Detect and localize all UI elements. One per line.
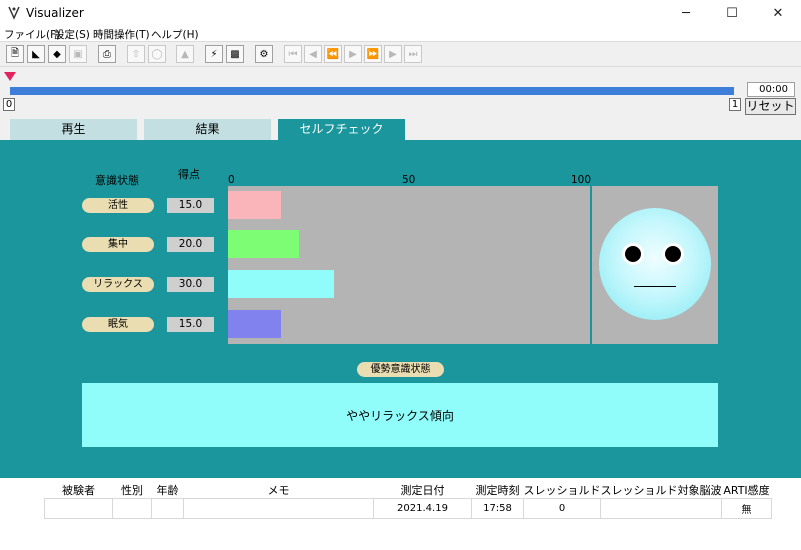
self-check-panel: 意識状態 得点 0 50 100 活性 集中 リラックス 眠気 15.0 20.… xyxy=(0,140,801,478)
fast-forward-icon[interactable]: ⏩ xyxy=(364,45,382,63)
chart-divider xyxy=(590,186,592,344)
x-tick-50: 50 xyxy=(402,174,416,186)
table-row: 2021.4.19 17:58 0 無 xyxy=(44,498,772,519)
print-icon[interactable]: ⎙ xyxy=(98,45,116,63)
cell-subject[interactable] xyxy=(44,498,113,519)
cell-threshold-wave[interactable] xyxy=(600,498,722,519)
start-position-box: 0 xyxy=(3,98,15,111)
lightning-icon[interactable]: ⚡ xyxy=(205,45,223,63)
col-age: 年齢 xyxy=(156,484,179,497)
step-back-icon[interactable]: ◀ xyxy=(304,45,322,63)
cell-time[interactable]: 17:58 xyxy=(471,498,524,519)
menu-settings[interactable]: 設定(S) xyxy=(54,27,90,42)
state-label-drowsy: 眠気 xyxy=(82,317,154,332)
table-header-row: 被験者 性別 年齢 メモ 測定日付 測定時刻 スレッショルド スレッショルド対象… xyxy=(45,482,772,499)
neutral-face-icon xyxy=(599,208,711,320)
state-label-focus: 集中 xyxy=(82,237,154,252)
menu-help[interactable]: ヘルプ(H) xyxy=(151,27,199,42)
bar-focus xyxy=(228,230,299,258)
cell-memo[interactable] xyxy=(183,498,374,519)
state-bar-chart xyxy=(228,186,718,344)
chart-icon[interactable]: ▩ xyxy=(226,45,244,63)
skip-start-icon[interactable]: ⏮ xyxy=(284,45,302,63)
score-drowsy: 15.0 xyxy=(167,317,214,332)
menu-bar: ファイル(F) 設定(S) 時間操作(T) ヘルプ(H) xyxy=(0,26,801,41)
state-label-relax: リラックス xyxy=(82,277,154,292)
face-left-eye xyxy=(622,243,644,265)
tab-self-check[interactable]: セルフチェック xyxy=(278,119,405,140)
title-bar: Visualizer ─ ☐ ✕ xyxy=(0,0,801,26)
maximize-button[interactable]: ☐ xyxy=(709,0,755,26)
col-date: 測定日付 xyxy=(400,484,445,497)
maximize-icon: ☐ xyxy=(726,5,738,21)
score-focus: 20.0 xyxy=(167,237,214,252)
cell-age[interactable] xyxy=(151,498,184,519)
score-header: 得点 xyxy=(178,168,200,181)
bar-active xyxy=(228,191,282,219)
rewind-icon[interactable]: ⏪ xyxy=(324,45,342,63)
warning-icon[interactable]: ▲ xyxy=(176,45,194,63)
layers-icon[interactable]: ◆ xyxy=(48,45,66,63)
window-title: Visualizer xyxy=(26,6,84,20)
col-threshold-wave: スレッショルド対象脳波 xyxy=(600,484,722,497)
open-folder-icon[interactable]: ◣ xyxy=(27,45,45,63)
bar-relax xyxy=(228,270,335,298)
x-tick-0: 0 xyxy=(228,174,235,186)
col-gender: 性別 xyxy=(121,484,143,497)
close-icon: ✕ xyxy=(772,5,784,21)
skip-end-icon[interactable]: ⏭ xyxy=(404,45,422,63)
col-time: 測定時刻 xyxy=(475,484,520,497)
result-box: ややリラックス傾向 xyxy=(82,383,718,447)
play-icon[interactable]: ▶ xyxy=(344,45,362,63)
end-position-box: 1 xyxy=(729,98,741,111)
tab-results[interactable]: 結果 xyxy=(144,119,271,140)
col-arti-sensitivity: ARTI感度 xyxy=(723,484,770,497)
cell-threshold[interactable]: 0 xyxy=(523,498,601,519)
col-threshold: スレッショルド xyxy=(523,484,601,497)
menu-file[interactable]: ファイル(F) xyxy=(4,27,60,42)
col-subject: 被験者 xyxy=(62,484,95,497)
cell-arti-sensitivity[interactable]: 無 xyxy=(721,498,772,519)
time-display: 00:00 xyxy=(747,82,795,97)
playhead-marker[interactable] xyxy=(4,72,16,81)
cell-gender[interactable] xyxy=(112,498,152,519)
plug-icon[interactable]: ⚙ xyxy=(255,45,273,63)
state-header: 意識状態 xyxy=(95,174,139,187)
face-mouth xyxy=(634,286,676,287)
step-forward-icon[interactable]: ▶ xyxy=(384,45,402,63)
score-relax: 30.0 xyxy=(167,277,214,292)
timeline-progress-bar[interactable] xyxy=(10,87,734,95)
dominant-state-label: 優勢意識状態 xyxy=(357,362,444,377)
new-file-icon[interactable]: 🗎 xyxy=(6,45,24,63)
cell-date[interactable]: 2021.4.19 xyxy=(373,498,472,519)
minimize-icon: ─ xyxy=(682,5,690,21)
subject-info-table: 被験者 性別 年齢 メモ 測定日付 測定時刻 スレッショルド スレッショルド対象… xyxy=(44,482,772,519)
tab-playback[interactable]: 再生 xyxy=(10,119,137,140)
upload-icon[interactable]: ⇧ xyxy=(127,45,145,63)
menu-time-ops[interactable]: 時間操作(T) xyxy=(93,27,150,42)
app-logo-icon xyxy=(8,6,20,20)
reset-button[interactable]: リセット xyxy=(745,98,796,115)
score-active: 15.0 xyxy=(167,198,214,213)
shield-icon[interactable]: ◯ xyxy=(148,45,166,63)
result-text: ややリラックス傾向 xyxy=(346,408,454,423)
toolbar: 🗎 ◣ ◆ ▣ ⎙ ⇧ ◯ ▲ ⚡ ▩ ⚙ ⏮ ◀ ⏪ ▶ ⏩ ▶ ⏭ xyxy=(0,41,801,67)
close-button[interactable]: ✕ xyxy=(755,0,801,26)
x-tick-100: 100 xyxy=(571,174,592,186)
face-right-eye xyxy=(662,243,684,265)
minimize-button[interactable]: ─ xyxy=(663,0,709,26)
subject-info-area: 被験者 性別 年齢 メモ 測定日付 測定時刻 スレッショルド スレッショルド対象… xyxy=(0,478,801,550)
bar-drowsy xyxy=(228,310,282,338)
save-icon[interactable]: ▣ xyxy=(69,45,87,63)
col-memo: メモ xyxy=(267,484,290,497)
state-label-active: 活性 xyxy=(82,198,154,213)
